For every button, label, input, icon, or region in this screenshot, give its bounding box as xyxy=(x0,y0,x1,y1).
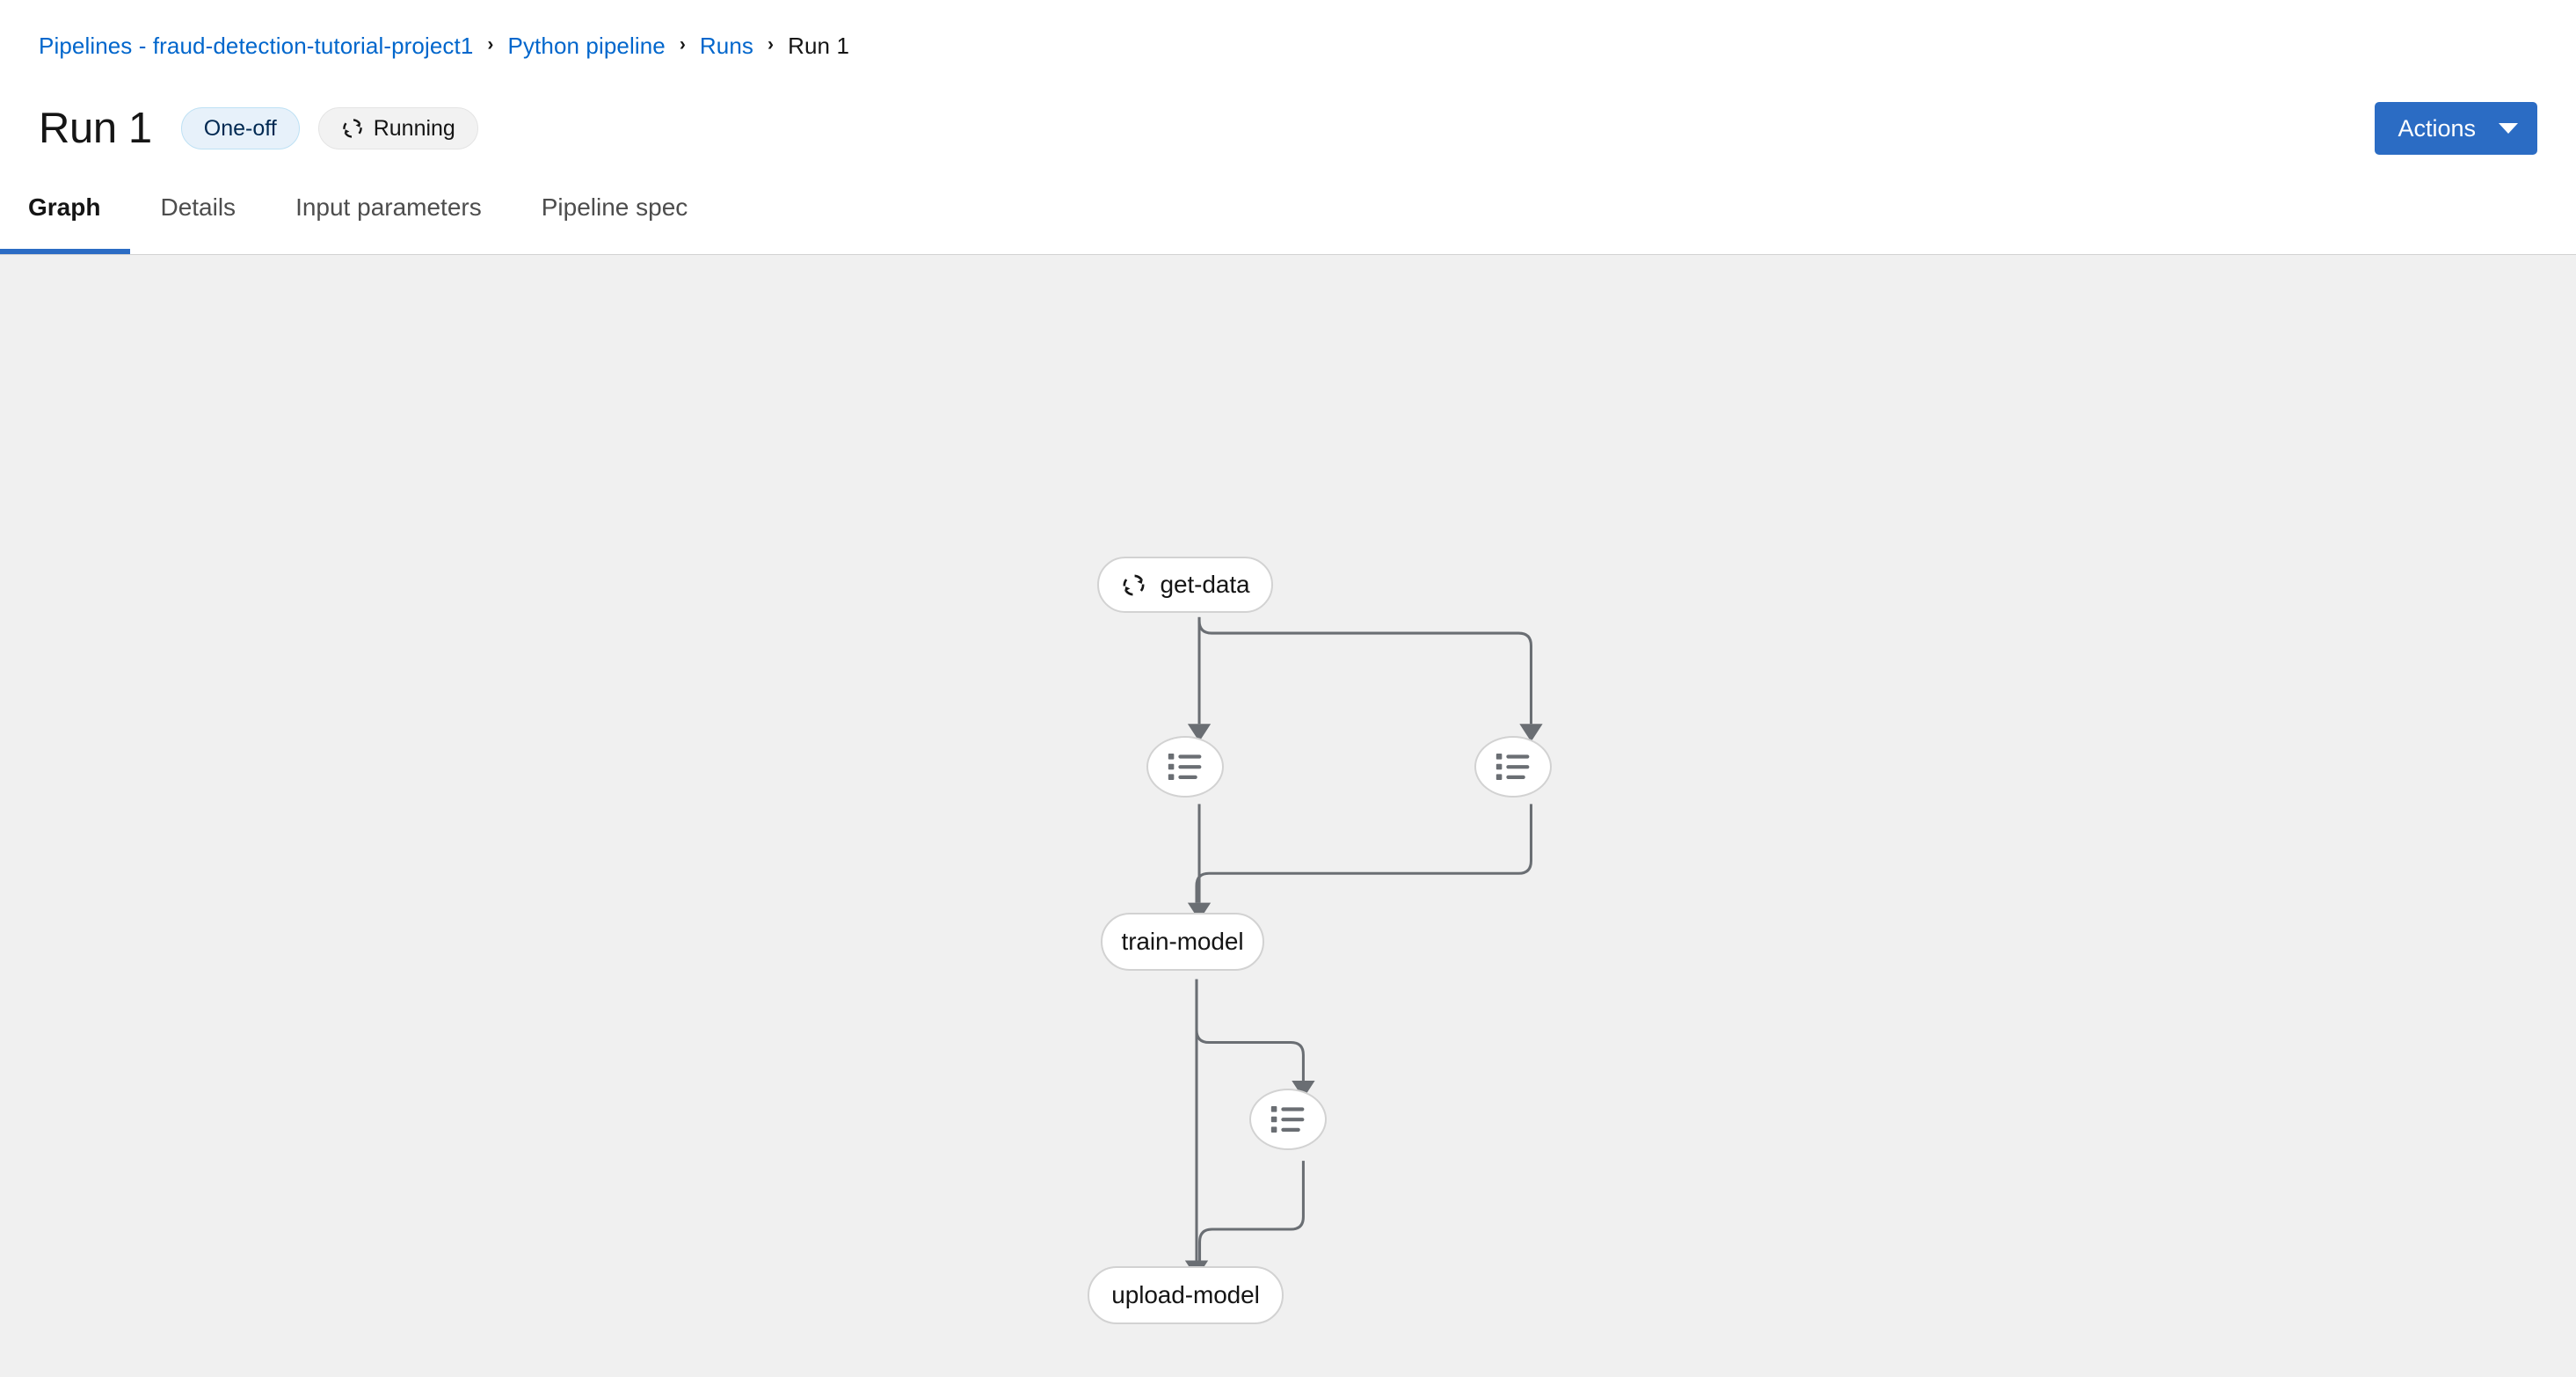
tab-label: Pipeline spec xyxy=(541,193,688,221)
breadcrumb-separator-icon: › xyxy=(679,34,686,55)
graph-node-get-data[interactable]: get-data xyxy=(1097,557,1273,613)
graph-node-label: get-data xyxy=(1160,571,1250,598)
graph-node-label: train-model xyxy=(1121,928,1244,955)
graph-node-train-model[interactable]: train-model xyxy=(1101,913,1264,971)
tab-graph[interactable]: Graph xyxy=(0,166,131,254)
tab-details[interactable]: Details xyxy=(130,166,266,254)
graph-artifact-artifact-1[interactable] xyxy=(1146,736,1224,798)
breadcrumb-item-pipelines[interactable]: Pipelines - fraud-detection-tutorial-pro… xyxy=(39,34,473,57)
tab-input-parameters[interactable]: Input parameters xyxy=(266,166,512,254)
page-title: Run 1 xyxy=(39,104,152,152)
breadcrumb-item-current: Run 1 xyxy=(788,32,850,59)
badge-label: Running xyxy=(373,115,455,141)
graph-node-label: upload-model xyxy=(1111,1281,1260,1308)
edge-train-model-artifact-3 xyxy=(1195,979,1305,1082)
caret-down-icon xyxy=(2499,123,2518,134)
list-icon xyxy=(1493,747,1533,787)
breadcrumb-separator-icon: › xyxy=(768,34,775,55)
sync-icon xyxy=(1121,572,1146,598)
tab-label: Input parameters xyxy=(295,193,482,221)
sync-icon xyxy=(341,117,364,140)
actions-button-label: Actions xyxy=(2398,114,2476,142)
tab-pipeline-spec[interactable]: Pipeline spec xyxy=(512,166,718,254)
badge-label: One-off xyxy=(203,115,277,141)
edge-get-data-artifact-2 xyxy=(1197,616,1532,725)
breadcrumb-bar: Pipelines - fraud-detection-tutorial-pro… xyxy=(0,0,2576,91)
header-badges: One-off Running xyxy=(180,107,478,149)
tab-label: Details xyxy=(160,193,236,221)
edge-artifact-2-train-model xyxy=(1195,804,1532,903)
breadcrumb-item-runs[interactable]: Runs xyxy=(700,34,753,57)
list-icon xyxy=(1165,747,1205,787)
list-icon xyxy=(1268,1099,1308,1140)
graph-artifact-artifact-2[interactable] xyxy=(1474,736,1552,798)
breadcrumb-separator-icon: › xyxy=(487,34,494,55)
edge-artifact-3-upload-model xyxy=(1198,1161,1305,1261)
graph-node-upload-model[interactable]: upload-model xyxy=(1088,1266,1284,1324)
actions-button[interactable]: Actions xyxy=(2375,102,2537,155)
pipeline-graph-edges xyxy=(1184,616,1543,1279)
status-badge-running: Running xyxy=(317,107,478,149)
tab-label: Graph xyxy=(28,193,101,221)
status-badge-one-off: One-off xyxy=(180,107,300,149)
tab-bar: Graph Details Input parameters Pipeline … xyxy=(0,166,2576,255)
page-header: Run 1 One-off Running Actions xyxy=(0,91,2576,166)
graph-artifact-artifact-3[interactable] xyxy=(1249,1089,1327,1150)
pipeline-run-page: Pipelines - fraud-detection-tutorial-pro… xyxy=(0,0,2576,1377)
pipeline-graph-canvas[interactable]: get-data train-model upload-model xyxy=(0,255,2576,1377)
tabs: Graph Details Input parameters Pipeline … xyxy=(0,166,717,254)
breadcrumb: Pipelines - fraud-detection-tutorial-pro… xyxy=(39,34,849,57)
breadcrumb-item-python-pipeline[interactable]: Python pipeline xyxy=(508,34,666,57)
